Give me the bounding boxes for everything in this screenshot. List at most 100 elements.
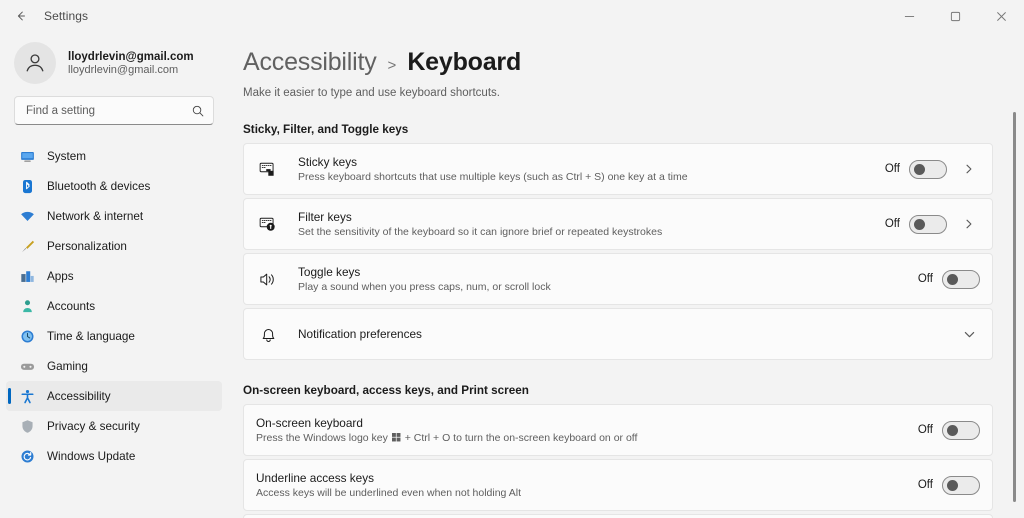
card-controls: Off [917,475,980,495]
card-description: Press keyboard shortcuts that use multip… [298,171,688,183]
person-icon [19,298,35,314]
sidebar-item-label: Personalization [47,239,127,253]
toggle-knob [947,479,958,491]
card-toggle-keys[interactable]: Toggle keys Play a sound when you press … [243,253,993,305]
card-on-screen-keyboard[interactable]: On-screen keyboard Press the Windows log… [243,404,993,456]
sidebar-item-network-internet[interactable]: Network & internet [6,201,222,231]
sidebar-item-accessibility[interactable]: Accessibility [6,381,222,411]
monitor-icon [19,148,35,164]
sidebar-item-label: Windows Update [47,449,136,463]
scrollbar-thumb[interactable] [1013,112,1016,502]
sidebar-item-system[interactable]: System [6,141,222,171]
close-button[interactable] [978,0,1024,32]
window-body: lloydrlevin@gmail.com lloydrlevin@gmail.… [0,32,1024,518]
card-controls: Off [885,158,980,180]
toggle-state-label: Off [917,273,933,285]
search-section [0,94,228,135]
wifi-icon [19,208,35,224]
search-box[interactable] [14,96,214,125]
sidebar-item-label: Bluetooth & devices [47,179,151,193]
accessibility-icon [19,388,35,404]
window-controls [886,0,1024,32]
sidebar-item-label: Apps [47,269,74,283]
sticky-keys-toggle[interactable] [909,159,947,179]
card-underline-access-keys[interactable]: Underline access keys Access keys will b… [243,459,993,511]
sidebar-item-time-language[interactable]: Time & language [6,321,222,351]
card-title: Filter keys [298,210,352,224]
main-content: Accessibility > Keyboard Make it easier … [228,32,1024,518]
account-name: lloydrlevin@gmail.com [68,50,194,63]
chevron-right-icon[interactable] [958,158,980,180]
card-next-partial[interactable] [243,514,993,518]
search-input[interactable] [26,104,191,117]
card-title: Sticky keys [298,155,357,169]
card-sticky-keys[interactable]: Sticky keys Press keyboard shortcuts tha… [243,143,993,195]
toggle-state-label: Off [884,218,900,230]
sidebar-item-bluetooth-devices[interactable]: Bluetooth & devices [6,171,222,201]
sidebar-item-label: Gaming [47,359,88,373]
breadcrumb: Accessibility > Keyboard [243,48,993,77]
breadcrumb-parent[interactable]: Accessibility [243,48,377,77]
account-email: lloydrlevin@gmail.com [68,63,179,76]
toggle-knob [914,218,925,230]
account-section[interactable]: lloydrlevin@gmail.com lloydrlevin@gmail.… [0,34,228,94]
sidebar-item-label: Privacy & security [47,419,140,433]
back-button[interactable] [4,1,38,31]
paintbrush-icon [19,238,35,254]
main-scrollbar[interactable] [1012,74,1018,508]
avatar [14,42,56,84]
card-text: Notification preferences [298,327,956,341]
toggle-state-label: Off [917,479,933,491]
card-description: Set the sensitivity of the keyboard so i… [298,226,663,238]
toggle-knob [947,273,958,285]
section-title-onscreen-keyboard: On-screen keyboard, access keys, and Pri… [243,384,529,397]
sidebar-item-privacy-security[interactable]: Privacy & security [6,411,222,441]
sidebar-item-accounts[interactable]: Accounts [6,291,222,321]
card-controls: Off [917,269,980,289]
card-filter-keys[interactable]: Filter keys Set the sensitivity of the k… [243,198,993,250]
section-cards-onscreen-keyboard: On-screen keyboard Press the Windows log… [243,404,993,518]
sticky-keys-icon [258,159,278,179]
on-screen-keyboard-toggle[interactable] [942,420,980,440]
gamepad-icon [19,358,35,374]
maximize-button[interactable] [932,0,978,32]
card-description: Play a sound when you press caps, num, o… [298,281,551,293]
update-icon [19,448,35,464]
breadcrumb-separator-icon: > [387,57,397,74]
toggle-knob [947,424,958,436]
page-subtitle: Make it easier to type and use keyboard … [243,87,500,99]
search-icon [191,104,205,118]
card-text: Sticky keys Press keyboard shortcuts tha… [298,155,885,183]
card-text: Toggle keys Play a sound when you press … [298,265,918,293]
sidebar-item-personalization[interactable]: Personalization [6,231,222,261]
card-description-part-1: Press the Windows logo key [256,431,388,444]
minimize-button[interactable] [886,0,932,32]
card-text: Underline access keys Access keys will b… [256,471,918,499]
chevron-down-icon[interactable] [958,323,980,345]
sidebar-item-label: System [47,149,86,163]
sidebar: lloydrlevin@gmail.com lloydrlevin@gmail.… [0,32,228,518]
underline-access-keys-toggle[interactable] [942,475,980,495]
chevron-right-icon[interactable] [958,213,980,235]
page-title: Keyboard [407,48,522,76]
settings-window: Settings lloydrlevin@gmail.com lloydrlev… [0,0,1024,518]
card-description: Press the Windows logo key + Ctrl + O to… [256,432,918,445]
card-notification-preferences[interactable]: Notification preferences [243,308,993,360]
card-title: Underline access keys [256,471,375,485]
filter-keys-toggle[interactable] [909,214,947,234]
sidebar-item-label: Network & internet [47,209,144,223]
toggle-keys-toggle[interactable] [942,269,980,289]
sidebar-item-apps[interactable]: Apps [6,261,222,291]
bluetooth-icon [19,178,35,194]
card-text: On-screen keyboard Press the Windows log… [256,416,918,445]
sidebar-item-label: Accounts [47,299,96,313]
shield-icon [19,418,35,434]
speaker-icon [258,269,278,289]
card-description-part-2: + Ctrl + O to turn the on-screen keyboar… [404,431,638,444]
card-controls: Off [885,213,980,235]
sidebar-item-gaming[interactable]: Gaming [6,351,222,381]
card-title: Toggle keys [298,265,361,279]
main-scroll-area: Accessibility > Keyboard Make it easier … [228,32,1024,518]
sidebar-item-windows-update[interactable]: Windows Update [6,441,222,471]
window-title: Settings [44,9,89,23]
